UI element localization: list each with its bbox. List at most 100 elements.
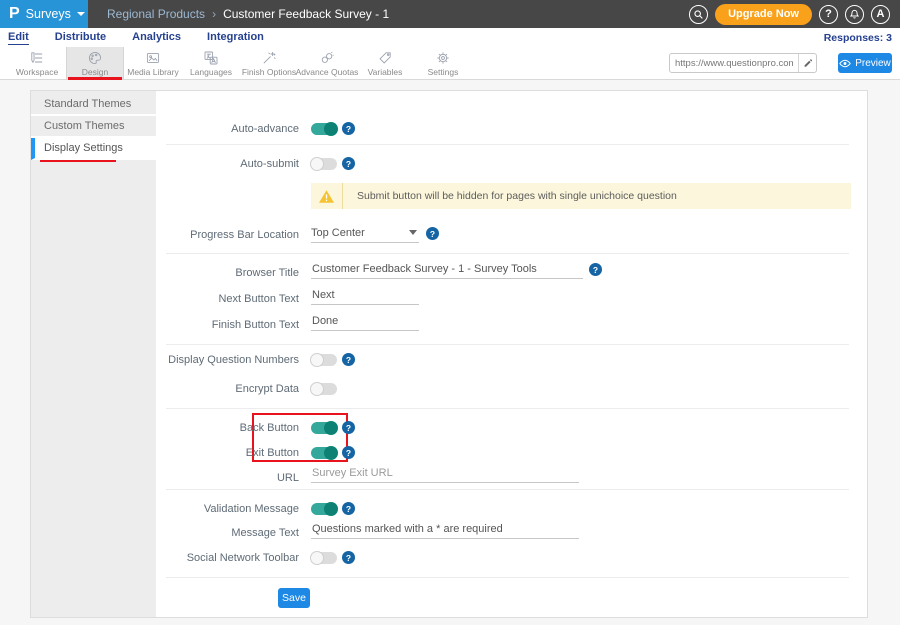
image-icon bbox=[145, 50, 161, 66]
encrypt-data-label: Encrypt Data bbox=[156, 382, 299, 396]
tab-workspace[interactable]: Workspace bbox=[8, 47, 66, 79]
edit-toolbar: Workspace Design Media Library bbox=[0, 47, 900, 80]
next-button-text-label: Next Button Text bbox=[156, 292, 299, 306]
gear-icon bbox=[435, 50, 451, 66]
nav-tab-distribute[interactable]: Distribute bbox=[55, 31, 106, 44]
submit-hidden-warning: Submit button will be hidden for pages w… bbox=[311, 183, 851, 209]
message-text-label: Message Text bbox=[156, 526, 299, 540]
display-question-numbers-toggle[interactable] bbox=[311, 354, 337, 366]
browser-title-help-icon[interactable]: ? bbox=[589, 263, 602, 276]
back-button-help-icon[interactable]: ? bbox=[342, 421, 355, 434]
encrypt-data-toggle[interactable] bbox=[311, 383, 337, 395]
social-network-toolbar-label: Social Network Toolbar bbox=[156, 551, 299, 565]
auto-submit-label: Auto-submit bbox=[156, 157, 299, 171]
breadcrumb: Regional Products › Customer Feedback Su… bbox=[107, 7, 389, 21]
sidebar-item-custom-themes[interactable]: Custom Themes bbox=[31, 116, 156, 138]
tab-advance-quotas[interactable]: Advance Quotas bbox=[298, 47, 356, 79]
survey-url-field bbox=[669, 53, 817, 73]
nav-tab-edit[interactable]: Edit bbox=[8, 31, 29, 45]
divider bbox=[166, 253, 849, 254]
back-button-toggle[interactable] bbox=[311, 422, 337, 434]
validation-message-help-icon[interactable]: ? bbox=[342, 502, 355, 515]
exit-button-help-icon[interactable]: ? bbox=[342, 446, 355, 459]
content-area: Standard Themes Custom Themes Display Se… bbox=[0, 80, 900, 625]
notifications-button[interactable] bbox=[845, 5, 864, 24]
auto-advance-toggle[interactable] bbox=[311, 123, 337, 135]
save-button[interactable]: Save bbox=[278, 588, 310, 608]
progress-bar-location-value: Top Center bbox=[311, 227, 409, 239]
divider bbox=[166, 144, 849, 145]
tab-languages[interactable]: Languages bbox=[182, 47, 240, 79]
auto-submit-toggle[interactable] bbox=[311, 158, 337, 170]
display-question-numbers-help-icon[interactable]: ? bbox=[342, 353, 355, 366]
surveys-product-menu[interactable]: P Surveys bbox=[0, 0, 88, 28]
avatar[interactable]: A bbox=[871, 5, 890, 24]
sidebar-item-display-settings[interactable]: Display Settings bbox=[31, 138, 156, 160]
tab-finish-options[interactable]: Finish Options bbox=[240, 47, 298, 79]
bell-icon bbox=[849, 9, 860, 20]
display-question-numbers-label: Display Question Numbers bbox=[156, 353, 299, 367]
upgrade-now-button[interactable]: Upgrade Now bbox=[715, 4, 812, 25]
progress-bar-location-select[interactable]: Top Center bbox=[311, 223, 419, 243]
exit-button-label: Exit Button bbox=[156, 446, 299, 460]
exit-button-toggle[interactable] bbox=[311, 447, 337, 459]
finish-button-text-input[interactable] bbox=[311, 315, 419, 331]
back-button-label: Back Button bbox=[156, 421, 299, 435]
annotation-underline-display-settings bbox=[40, 160, 116, 162]
question-mark-icon: ? bbox=[825, 8, 832, 20]
tab-variables[interactable]: Variables bbox=[356, 47, 414, 79]
breadcrumb-separator: › bbox=[212, 7, 216, 21]
warning-text: Submit button will be hidden for pages w… bbox=[343, 190, 677, 202]
auto-advance-help-icon[interactable]: ? bbox=[342, 122, 355, 135]
warning-icon bbox=[318, 189, 335, 204]
next-button-text-input[interactable] bbox=[311, 289, 419, 305]
design-sidebar: Standard Themes Custom Themes Display Se… bbox=[31, 91, 156, 617]
eye-icon bbox=[839, 59, 851, 68]
top-bar: P Surveys Regional Products › Customer F… bbox=[0, 0, 900, 28]
social-network-toolbar-help-icon[interactable]: ? bbox=[342, 551, 355, 564]
finish-button-text-label: Finish Button Text bbox=[156, 318, 299, 332]
nav-tab-analytics[interactable]: Analytics bbox=[132, 31, 181, 44]
palette-icon bbox=[87, 50, 103, 66]
auto-submit-help-icon[interactable]: ? bbox=[342, 157, 355, 170]
tab-media-library[interactable]: Media Library bbox=[124, 47, 182, 79]
divider bbox=[166, 408, 849, 409]
questionpro-logo: P bbox=[9, 0, 20, 28]
breadcrumb-survey-title: Customer Feedback Survey - 1 bbox=[223, 7, 389, 21]
nav-tab-integration[interactable]: Integration bbox=[207, 31, 264, 44]
progress-bar-help-icon[interactable]: ? bbox=[426, 227, 439, 240]
display-settings-form: Auto-advance ? Auto-submit ? Submit butt… bbox=[156, 91, 867, 617]
validation-message-label: Validation Message bbox=[156, 502, 299, 516]
tag-icon bbox=[377, 50, 393, 66]
sidebar-item-standard-themes[interactable]: Standard Themes bbox=[31, 94, 156, 116]
social-network-toolbar-toggle[interactable] bbox=[311, 552, 337, 564]
edit-url-button[interactable] bbox=[798, 54, 816, 72]
divider bbox=[166, 344, 849, 345]
links-icon bbox=[319, 50, 335, 66]
survey-nav: Edit Distribute Analytics Integration Re… bbox=[0, 28, 900, 47]
breadcrumb-folder[interactable]: Regional Products bbox=[107, 7, 205, 21]
tab-settings[interactable]: Settings bbox=[414, 47, 472, 79]
survey-url-input[interactable] bbox=[670, 58, 798, 69]
responses-count[interactable]: Responses: 3 bbox=[824, 32, 892, 44]
divider bbox=[166, 489, 849, 490]
preview-button[interactable]: Preview bbox=[838, 53, 892, 73]
divider bbox=[166, 577, 849, 578]
design-settings-card: Standard Themes Custom Themes Display Se… bbox=[30, 90, 868, 618]
progress-bar-location-label: Progress Bar Location bbox=[156, 228, 299, 242]
validation-message-toggle[interactable] bbox=[311, 503, 337, 515]
tab-design[interactable]: Design bbox=[66, 47, 124, 79]
exit-url-input[interactable] bbox=[311, 467, 579, 483]
browser-title-input[interactable] bbox=[311, 263, 583, 279]
message-text-input[interactable] bbox=[311, 523, 579, 539]
exit-url-label: URL bbox=[156, 471, 299, 485]
search-icon bbox=[693, 9, 704, 20]
search-button[interactable] bbox=[689, 5, 708, 24]
wand-icon bbox=[261, 50, 277, 66]
workspace-list-icon bbox=[29, 50, 45, 66]
product-name: Surveys bbox=[26, 7, 71, 21]
help-button[interactable]: ? bbox=[819, 5, 838, 24]
chevron-down-icon bbox=[409, 230, 417, 235]
chevron-down-icon bbox=[77, 12, 85, 16]
translate-icon bbox=[203, 50, 219, 66]
